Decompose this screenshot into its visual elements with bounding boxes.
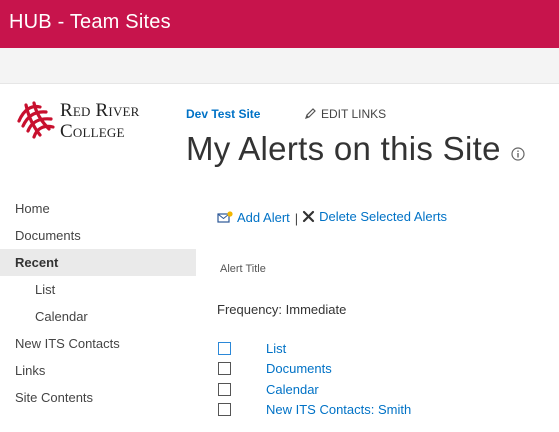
nav-item-list[interactable]: List (0, 276, 196, 303)
delete-selected-alerts-label: Delete Selected Alerts (319, 209, 448, 224)
toolbar-separator: | (294, 211, 299, 226)
add-alert-label: Add Alert (237, 209, 290, 225)
alert-row: New ITS Contacts: Smith (218, 400, 411, 421)
nav-item-calendar[interactable]: Calendar (0, 303, 196, 330)
nav-item-recent[interactable]: Recent (0, 249, 196, 276)
alert-list: List Documents Calendar New ITS Contacts… (218, 338, 411, 420)
alert-title-link[interactable]: Calendar (266, 382, 319, 397)
ribbon-bar (0, 48, 559, 84)
alert-checkbox[interactable] (218, 403, 231, 417)
alert-title-link[interactable]: List (266, 341, 286, 356)
alert-row: List (218, 338, 411, 359)
frequency-group-label: Frequency: Immediate (217, 302, 347, 317)
alert-checkbox[interactable] (218, 382, 231, 396)
logo-text-line2: College (60, 121, 125, 142)
nav-item-documents[interactable]: Documents (0, 222, 196, 249)
edit-links-label: EDIT LINKS (321, 107, 387, 121)
nav-item-new-its-contacts[interactable]: New ITS Contacts (0, 330, 196, 357)
page-title: My Alerts on this Site (186, 130, 501, 167)
add-alert-button[interactable]: Add Alert (217, 210, 290, 225)
alert-checkbox[interactable] (218, 362, 231, 376)
red-river-logo-mark-icon (17, 101, 55, 139)
suite-bar-title[interactable]: HUB - Team Sites (9, 11, 171, 34)
pencil-icon (305, 108, 316, 119)
site-logo[interactable]: Red River College (14, 99, 174, 149)
edit-links-button[interactable]: EDIT LINKS (305, 107, 386, 121)
alert-title-column-header[interactable]: Alert Title (220, 263, 266, 275)
alert-checkbox[interactable] (218, 341, 231, 355)
suite-bar: HUB - Team Sites (0, 0, 559, 48)
alert-row: Documents (218, 359, 411, 380)
site-breadcrumb-link[interactable]: Dev Test Site (186, 107, 260, 121)
alert-title-link[interactable]: Documents (266, 361, 332, 376)
logo-text-line1: Red River (60, 100, 140, 121)
add-alert-icon (217, 211, 233, 223)
info-icon[interactable] (511, 147, 525, 161)
nav-item-site-contents[interactable]: Site Contents (0, 384, 196, 411)
nav-item-links[interactable]: Links (0, 357, 196, 384)
alert-row: Calendar (218, 379, 411, 400)
delete-x-icon (303, 210, 315, 223)
delete-selected-alerts-button[interactable]: Delete Selected Alerts (302, 209, 447, 224)
alert-title-link[interactable]: New ITS Contacts: Smith (266, 402, 411, 417)
alerts-toolbar: Add Alert | Delete Selected Alerts (217, 209, 447, 226)
quick-launch-nav: Home Documents Recent List Calendar New … (0, 195, 196, 411)
nav-item-home[interactable]: Home (0, 195, 196, 222)
